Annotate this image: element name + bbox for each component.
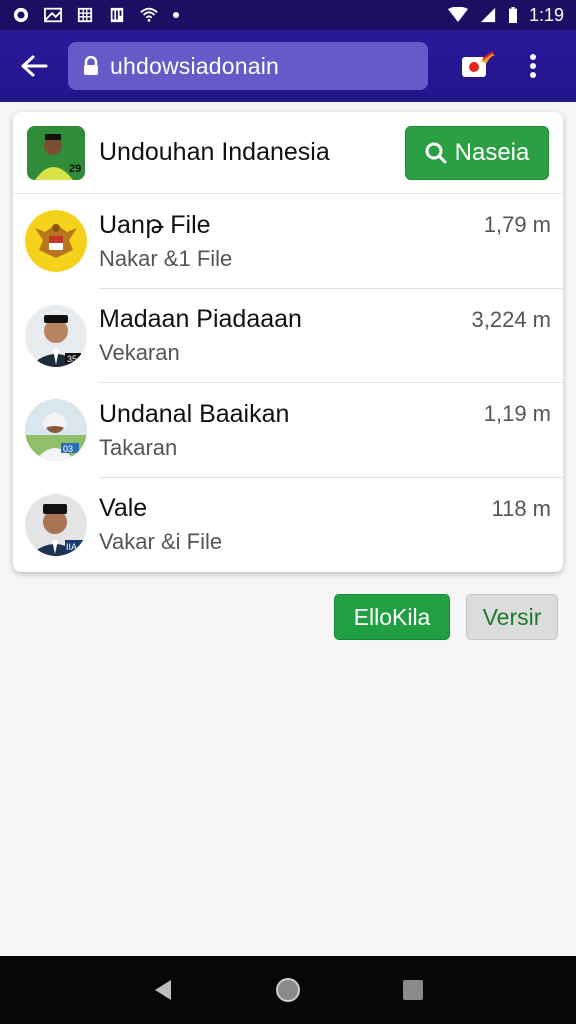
list-item[interactable]: Uanթ File Nakar &1 File 1,79 m	[13, 194, 563, 289]
item-size: 1,79 m	[483, 212, 551, 237]
nav-recents-button[interactable]	[393, 970, 433, 1010]
svg-text:03: 03	[63, 444, 73, 454]
more-menu-button[interactable]	[518, 46, 548, 86]
url-bar[interactable]: uhdowsiadonain	[68, 42, 428, 90]
nav-home-icon	[275, 978, 300, 1002]
svg-text:IIA: IIA	[66, 542, 77, 552]
item-size: 118 m	[491, 495, 551, 521]
lock-icon	[82, 55, 100, 76]
item-title: Madaan Piadaaan	[99, 305, 302, 334]
status-bar: 1:19	[0, 0, 576, 30]
card-header: 29 Undouhan Indanesia Naseia	[13, 112, 563, 194]
nav-back-button[interactable]	[143, 970, 183, 1010]
browser-toolbar: uhdowsiadonain	[0, 30, 576, 102]
back-button[interactable]	[14, 46, 54, 86]
item-size: 3,224 m	[471, 306, 552, 332]
person-avatar: 03	[25, 399, 87, 462]
nav-recents-icon	[403, 980, 424, 1000]
garuda-emblem-avatar	[25, 210, 87, 273]
nav-back-icon	[154, 980, 171, 1000]
search-icon	[425, 142, 447, 163]
dot-icon	[172, 7, 180, 23]
signal-icon	[479, 7, 497, 23]
extension-button[interactable]	[458, 46, 498, 86]
item-title: Undanal Baaikan	[99, 399, 290, 428]
extension-icon	[462, 51, 495, 77]
nav-home-button[interactable]	[268, 970, 308, 1010]
wifi-full-icon	[447, 6, 469, 23]
list-item[interactable]: IIA Vale Vakar &i File 118 m	[13, 478, 563, 573]
item-title: Vale	[99, 494, 148, 523]
item-subtitle: Nakar &1 File	[99, 246, 233, 272]
list-item[interactable]: 35 Madaan Piadaaan Vekaran 3,224 m	[13, 289, 563, 383]
item-subtitle: Vekaran	[99, 340, 180, 366]
search-button[interactable]: Naseia	[405, 125, 549, 180]
download-list-card: 29 Undouhan Indanesia Naseia Uanթ File N…	[13, 112, 563, 572]
search-button-label: Naseia	[454, 138, 530, 166]
grid-icon	[76, 7, 94, 23]
header-avatar: 29	[27, 125, 85, 180]
wifi-icon	[140, 7, 158, 23]
secondary-action-button[interactable]: Versir	[466, 594, 558, 640]
person-avatar: IIA	[25, 493, 87, 556]
svg-text:35: 35	[67, 354, 77, 364]
item-title: Uanթ File	[99, 211, 211, 240]
status-time: 1:19	[528, 4, 564, 25]
notification-circle-icon	[12, 7, 30, 23]
item-size: 1,19 m	[483, 401, 551, 426]
url-text: uhdowsiadonain	[110, 52, 280, 79]
card-title: Undouhan Indanesia	[99, 138, 330, 166]
list-item[interactable]: 03 Undanal Baaikan Takaran 1,19 m	[13, 383, 563, 478]
more-vert-icon	[530, 54, 536, 78]
item-subtitle: Takaran	[99, 434, 178, 460]
mail-icon	[44, 7, 62, 23]
battery-icon	[507, 7, 519, 23]
back-arrow-icon	[21, 55, 48, 77]
item-subtitle: Vakar &i File	[99, 529, 223, 555]
person-avatar: 35	[25, 304, 87, 367]
system-nav-bar	[0, 956, 576, 1024]
svg-text:29: 29	[69, 163, 81, 175]
primary-action-button[interactable]: ElloKila	[334, 594, 450, 640]
sim-icon	[108, 7, 126, 23]
